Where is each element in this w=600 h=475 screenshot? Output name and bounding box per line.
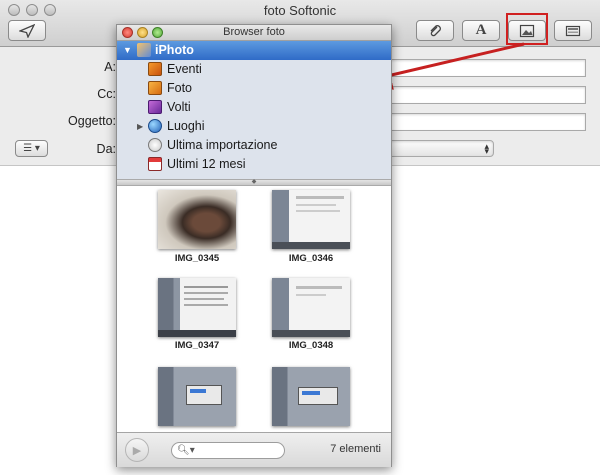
events-icon [148,62,162,76]
source-list: ▼ iPhoto Eventi Foto Volti ▶ Luoghi Ulti… [117,41,391,179]
photo-thumbnail[interactable] [158,278,236,337]
photo-search-field[interactable]: 🔍︎▾ [171,442,285,459]
last-import-icon [148,138,162,152]
source-label: Foto [167,81,193,95]
browser-title: Browser foto [223,26,285,38]
source-item-eventi[interactable]: Eventi [117,60,391,79]
photo-thumbnail[interactable] [272,278,350,337]
source-item-ultima-importazione[interactable]: Ultima importazione [117,136,391,155]
source-label: Ultima importazione [167,138,278,152]
disclosure-triangle-icon[interactable]: ▶ [137,117,143,136]
photo-caption: IMG_0345 [174,253,220,264]
photo-thumbnail[interactable] [158,367,236,426]
slideshow-play-button[interactable]: ▶ [125,438,149,462]
source-label: Ultimi 12 mesi [167,157,246,171]
photo-caption: IMG_0346 [288,253,334,264]
faces-icon [148,100,162,114]
disclosure-triangle-icon[interactable]: ▼ [123,41,132,60]
iphoto-icon [137,43,151,57]
photo-caption: IMG_0347 [174,340,220,351]
source-label: iPhoto [155,43,194,57]
places-globe-icon [148,119,162,133]
source-item-iphoto[interactable]: ▼ iPhoto [117,41,391,60]
browser-bottom-bar: ▶ 🔍︎▾ 7 elementi [117,432,391,467]
photo-grid: IMG_0345 IMG_0346 IMG_0347 IMG_0348 [117,186,391,432]
source-label: Volti [167,100,191,114]
source-item-volti[interactable]: Volti [117,98,391,117]
photo-thumbnail[interactable] [272,190,350,249]
source-item-luoghi[interactable]: ▶ Luoghi [117,117,391,136]
photo-thumbnail[interactable] [158,190,236,249]
mail-compose-window: foto Softonic A A: Cc: Oggetto: ☰ ▾ Da: … [0,0,600,475]
item-count: 7 elementi [330,443,381,455]
source-label: Eventi [167,62,202,76]
source-label: Luoghi [167,119,205,133]
play-icon: ▶ [132,444,142,457]
browser-title-bar: Browser foto [117,25,391,41]
photo-thumbnail[interactable] [272,367,350,426]
pane-splitter[interactable]: ◆ [117,179,391,186]
photos-icon [148,81,162,95]
photo-caption: IMG_0348 [288,340,334,351]
source-item-ultimi-12-mesi[interactable]: Ultimi 12 mesi [117,155,391,174]
calendar-icon [148,157,162,171]
search-icon: 🔍︎▾ [177,445,195,456]
source-item-foto[interactable]: Foto [117,79,391,98]
photo-browser-panel: Browser foto ▼ iPhoto Eventi Foto Volti … [116,24,392,467]
